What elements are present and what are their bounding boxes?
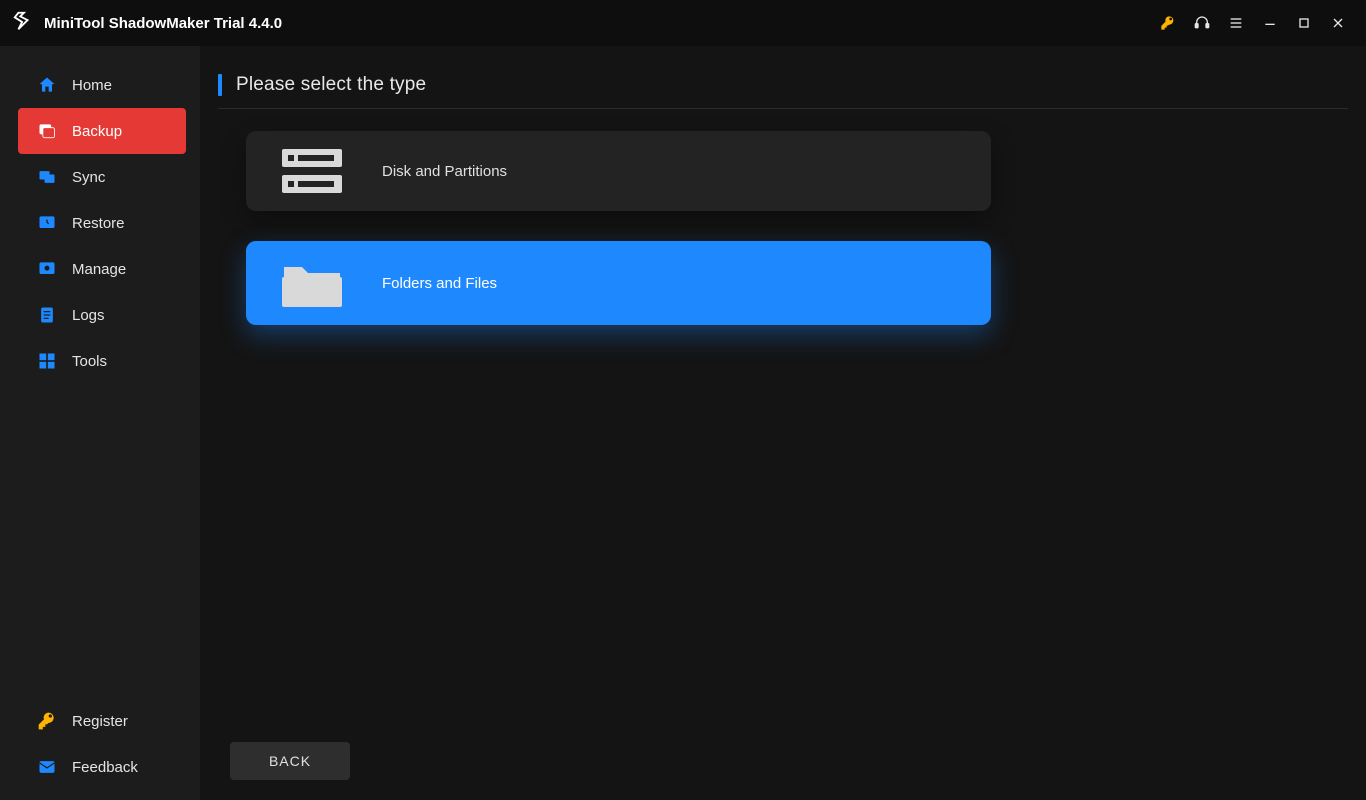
sidebar-item-label: Manage <box>72 261 126 278</box>
restore-icon <box>36 212 58 234</box>
titlebar-controls <box>1152 7 1354 39</box>
sidebar-item-logs[interactable]: Logs <box>18 292 186 338</box>
tools-icon <box>36 350 58 372</box>
register-key-button[interactable] <box>1152 7 1184 39</box>
sidebar-item-sync[interactable]: Sync <box>18 154 186 200</box>
back-button[interactable]: BACK <box>230 742 350 780</box>
sidebar-item-label: Register <box>72 713 128 730</box>
option-folders-files[interactable]: Folders and Files <box>246 241 991 325</box>
maximize-button[interactable] <box>1288 7 1320 39</box>
sidebar-item-restore[interactable]: Restore <box>18 200 186 246</box>
minimize-button[interactable] <box>1254 7 1286 39</box>
menu-button[interactable] <box>1220 7 1252 39</box>
mail-icon <box>36 756 58 778</box>
sidebar-item-manage[interactable]: Manage <box>18 246 186 292</box>
sidebar-item-label: Logs <box>72 307 105 324</box>
app-title: MiniTool ShadowMaker Trial 4.4.0 <box>44 15 282 32</box>
home-icon <box>36 74 58 96</box>
titlebar: MiniTool ShadowMaker Trial 4.4.0 <box>0 0 1366 46</box>
sync-icon <box>36 166 58 188</box>
sidebar-item-label: Home <box>72 77 112 94</box>
logs-icon <box>36 304 58 326</box>
sidebar-item-label: Feedback <box>72 759 138 776</box>
sidebar-item-label: Sync <box>72 169 105 186</box>
main-layout: Home Backup Sync Restore Manage <box>0 46 1366 800</box>
page-title: Please select the type <box>236 74 426 96</box>
support-button[interactable] <box>1186 7 1218 39</box>
sidebar-item-label: Restore <box>72 215 125 232</box>
sidebar-item-backup[interactable]: Backup <box>18 108 186 154</box>
close-button[interactable] <box>1322 7 1354 39</box>
page-header: Please select the type <box>218 74 1348 109</box>
backup-icon <box>36 120 58 142</box>
option-disk-partitions[interactable]: Disk and Partitions <box>246 131 991 211</box>
header-accent-bar <box>218 74 222 96</box>
type-options: Disk and Partitions Folders and Files <box>218 131 1348 325</box>
sidebar-item-register[interactable]: Register <box>18 698 186 744</box>
sidebar: Home Backup Sync Restore Manage <box>0 46 200 800</box>
folder-icon <box>276 255 348 311</box>
titlebar-left: MiniTool ShadowMaker Trial 4.4.0 <box>12 10 282 37</box>
manage-icon <box>36 258 58 280</box>
key-icon <box>36 710 58 732</box>
sidebar-item-tools[interactable]: Tools <box>18 338 186 384</box>
app-logo-icon <box>12 10 34 37</box>
option-label: Folders and Files <box>382 275 497 292</box>
option-label: Disk and Partitions <box>382 163 507 180</box>
content-area: Please select the type Disk and Partitio… <box>200 46 1366 800</box>
sidebar-item-label: Backup <box>72 123 122 140</box>
sidebar-item-label: Tools <box>72 353 107 370</box>
sidebar-item-home[interactable]: Home <box>18 62 186 108</box>
sidebar-item-feedback[interactable]: Feedback <box>18 744 186 790</box>
back-button-label: BACK <box>269 753 311 769</box>
disk-icon <box>276 143 348 199</box>
